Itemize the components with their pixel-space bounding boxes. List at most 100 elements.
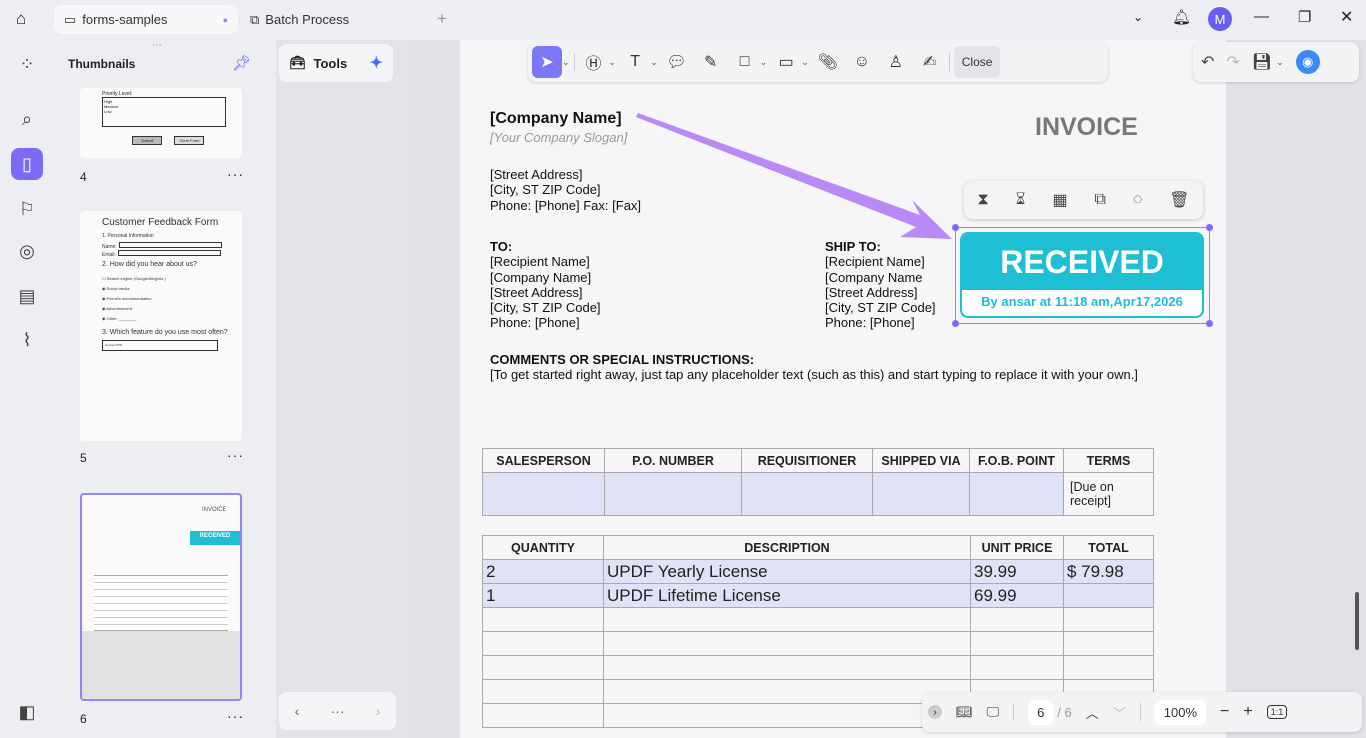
zoom-in-icon[interactable]: + xyxy=(1243,703,1252,721)
attachment-tool[interactable]: 📎︎ xyxy=(813,46,843,78)
actual-size-button[interactable]: 1:1 xyxy=(1266,705,1288,719)
stamp-list-icon[interactable]: ▤ xyxy=(11,280,43,312)
bookmark-icon[interactable]: ⚐ xyxy=(11,193,43,225)
empty-cell[interactable] xyxy=(603,655,971,680)
next-page-icon[interactable]: ﹀ xyxy=(1113,703,1126,722)
resize-handle[interactable] xyxy=(952,320,959,327)
empty-cell[interactable] xyxy=(482,655,604,680)
close-button[interactable]: Close xyxy=(953,46,1001,78)
duplicate-icon[interactable]: ⧉ xyxy=(1095,191,1106,209)
empty-cell[interactable] xyxy=(482,631,604,656)
redo-icon[interactable]: ↷ xyxy=(1226,52,1239,72)
form-field[interactable] xyxy=(872,472,970,516)
comments-icon[interactable]: ◎ xyxy=(11,235,43,267)
presentation-icon[interactable]: 🖵 xyxy=(987,704,1000,720)
tab-batch-process[interactable]: ⧉ Batch Process xyxy=(240,5,424,34)
highlight-tool[interactable]: Ⓗ xyxy=(579,46,609,78)
empty-cell[interactable] xyxy=(603,631,971,656)
resize-handle[interactable]: ⋯ xyxy=(152,40,162,51)
more-options-icon[interactable]: ··· xyxy=(227,708,244,724)
signature-tool[interactable]: ✍︎ xyxy=(915,46,945,78)
form-field[interactable] xyxy=(741,472,873,516)
empty-cell[interactable] xyxy=(1063,631,1154,656)
page-input[interactable]: 6 xyxy=(1028,699,1054,725)
chevron-down-icon[interactable]: ⌄ xyxy=(801,57,809,68)
thumbnails-icon[interactable]: ▯ xyxy=(11,148,43,180)
empty-cell[interactable] xyxy=(603,679,971,704)
search-icon[interactable]: ⌕ xyxy=(11,103,43,135)
pencil-tool[interactable]: ✎ xyxy=(696,46,726,78)
text-tool[interactable]: T xyxy=(620,46,650,78)
bill-to[interactable]: TO: [Recipient Name] [Company Name] [Str… xyxy=(490,239,601,331)
chevron-down-icon[interactable]: ⌄ xyxy=(650,57,658,68)
comment-tool[interactable]: 💬︎ xyxy=(662,46,692,78)
bell-icon[interactable]: 🔔︎ xyxy=(1172,8,1191,26)
comments-text[interactable]: [To get started right away, just tap any… xyxy=(490,367,1138,382)
terms-cell[interactable]: [Due on receipt] xyxy=(1063,472,1154,516)
empty-cell[interactable] xyxy=(482,679,604,704)
form-field[interactable] xyxy=(482,472,605,516)
undo-icon[interactable]: ↶ xyxy=(1201,52,1214,72)
tools-button[interactable]: 🧰︎ Tools ✦ xyxy=(279,44,393,82)
home-icon[interactable]: ⌂ xyxy=(16,9,26,29)
total-cell[interactable] xyxy=(1063,583,1154,608)
unit-price-cell[interactable]: 39.99 xyxy=(970,559,1064,584)
save-icon[interactable]: 💾︎ xyxy=(1252,52,1272,72)
layers-icon[interactable]: ◧ xyxy=(11,696,43,728)
delete-icon[interactable]: 🗑︎ xyxy=(1169,190,1189,210)
flip-horizontal-icon[interactable]: ⧗ xyxy=(977,191,988,209)
resize-handle[interactable] xyxy=(1206,320,1213,327)
empty-cell[interactable] xyxy=(970,607,1064,632)
new-tab-button[interactable]: + xyxy=(437,9,447,29)
pin-icon[interactable]: 📌︎ xyxy=(232,54,251,72)
chevron-down-icon[interactable]: ⌄ xyxy=(562,57,570,68)
sticker-tool[interactable]: ☺ xyxy=(847,46,877,78)
prev-icon[interactable]: ‹ xyxy=(295,703,300,719)
minimize-button[interactable]: — xyxy=(1254,8,1269,25)
resize-handle[interactable] xyxy=(1206,224,1213,231)
thumbnail-page-4[interactable]: Priority Level: High Medium Low Submit C… xyxy=(80,88,242,158)
description-cell[interactable]: UPDF Lifetime License xyxy=(603,583,971,608)
chevron-down-icon[interactable]: ⌄ xyxy=(609,57,617,68)
resize-handle[interactable] xyxy=(952,224,959,231)
ai-assistant-icon[interactable]: ◉ xyxy=(1295,50,1320,74)
empty-cell[interactable] xyxy=(603,703,971,728)
total-cell[interactable]: $ 79.98 xyxy=(1063,559,1154,584)
apps-icon[interactable]: ⁘ xyxy=(11,48,43,80)
empty-cell[interactable] xyxy=(1063,655,1154,680)
empty-cell[interactable] xyxy=(1063,607,1154,632)
empty-cell[interactable] xyxy=(482,607,604,632)
comment-icon[interactable]: ◌ xyxy=(1133,191,1143,209)
next-icon[interactable]: › xyxy=(376,703,381,719)
chevron-down-icon[interactable]: ⌄ xyxy=(760,57,768,68)
stamp-tool[interactable]: ♙ xyxy=(881,46,911,78)
attachment-icon[interactable]: ⌇ xyxy=(11,324,43,356)
prev-page-icon[interactable]: ︿ xyxy=(1086,703,1099,722)
shape-tool[interactable]: □ xyxy=(730,46,760,78)
measure-tool[interactable]: ▭ xyxy=(771,46,801,78)
empty-cell[interactable] xyxy=(970,655,1064,680)
received-stamp[interactable]: RECEIVED By ansar at 11:18 am,Apr17,2026 xyxy=(960,232,1204,318)
sender-address[interactable]: [Street Address] [City, ST ZIP Code] Pho… xyxy=(490,167,641,213)
maximize-button[interactable]: ❐ xyxy=(1298,8,1311,26)
zoom-out-icon[interactable]: − xyxy=(1220,703,1229,721)
description-cell[interactable]: UPDF Yearly License xyxy=(603,559,971,584)
zoom-level[interactable]: 100% xyxy=(1154,699,1207,725)
ai-sparkle-icon[interactable]: ✦ xyxy=(370,53,383,73)
more-icon[interactable]: ··· xyxy=(331,703,345,719)
reading-mode-icon[interactable]: 📖︎ xyxy=(956,704,973,720)
form-field[interactable] xyxy=(604,472,742,516)
company-slogan[interactable]: [Your Company Slogan] xyxy=(490,130,627,145)
empty-cell[interactable] xyxy=(603,607,971,632)
unit-price-cell[interactable]: 69.99 xyxy=(970,583,1064,608)
company-name[interactable]: [Company Name] xyxy=(490,110,622,126)
chevron-down-icon[interactable]: ⌄ xyxy=(1276,57,1284,68)
quantity-cell[interactable]: 2 xyxy=(482,559,604,584)
opacity-icon[interactable]: ▦ xyxy=(1053,190,1068,210)
empty-cell[interactable] xyxy=(482,703,604,728)
more-options-icon[interactable]: ··· xyxy=(227,166,244,182)
flip-vertical-icon[interactable]: ⏳︎ xyxy=(1016,191,1026,209)
avatar[interactable]: M xyxy=(1208,7,1232,31)
form-field[interactable] xyxy=(969,472,1064,516)
select-tool[interactable]: ➤ xyxy=(532,46,562,78)
